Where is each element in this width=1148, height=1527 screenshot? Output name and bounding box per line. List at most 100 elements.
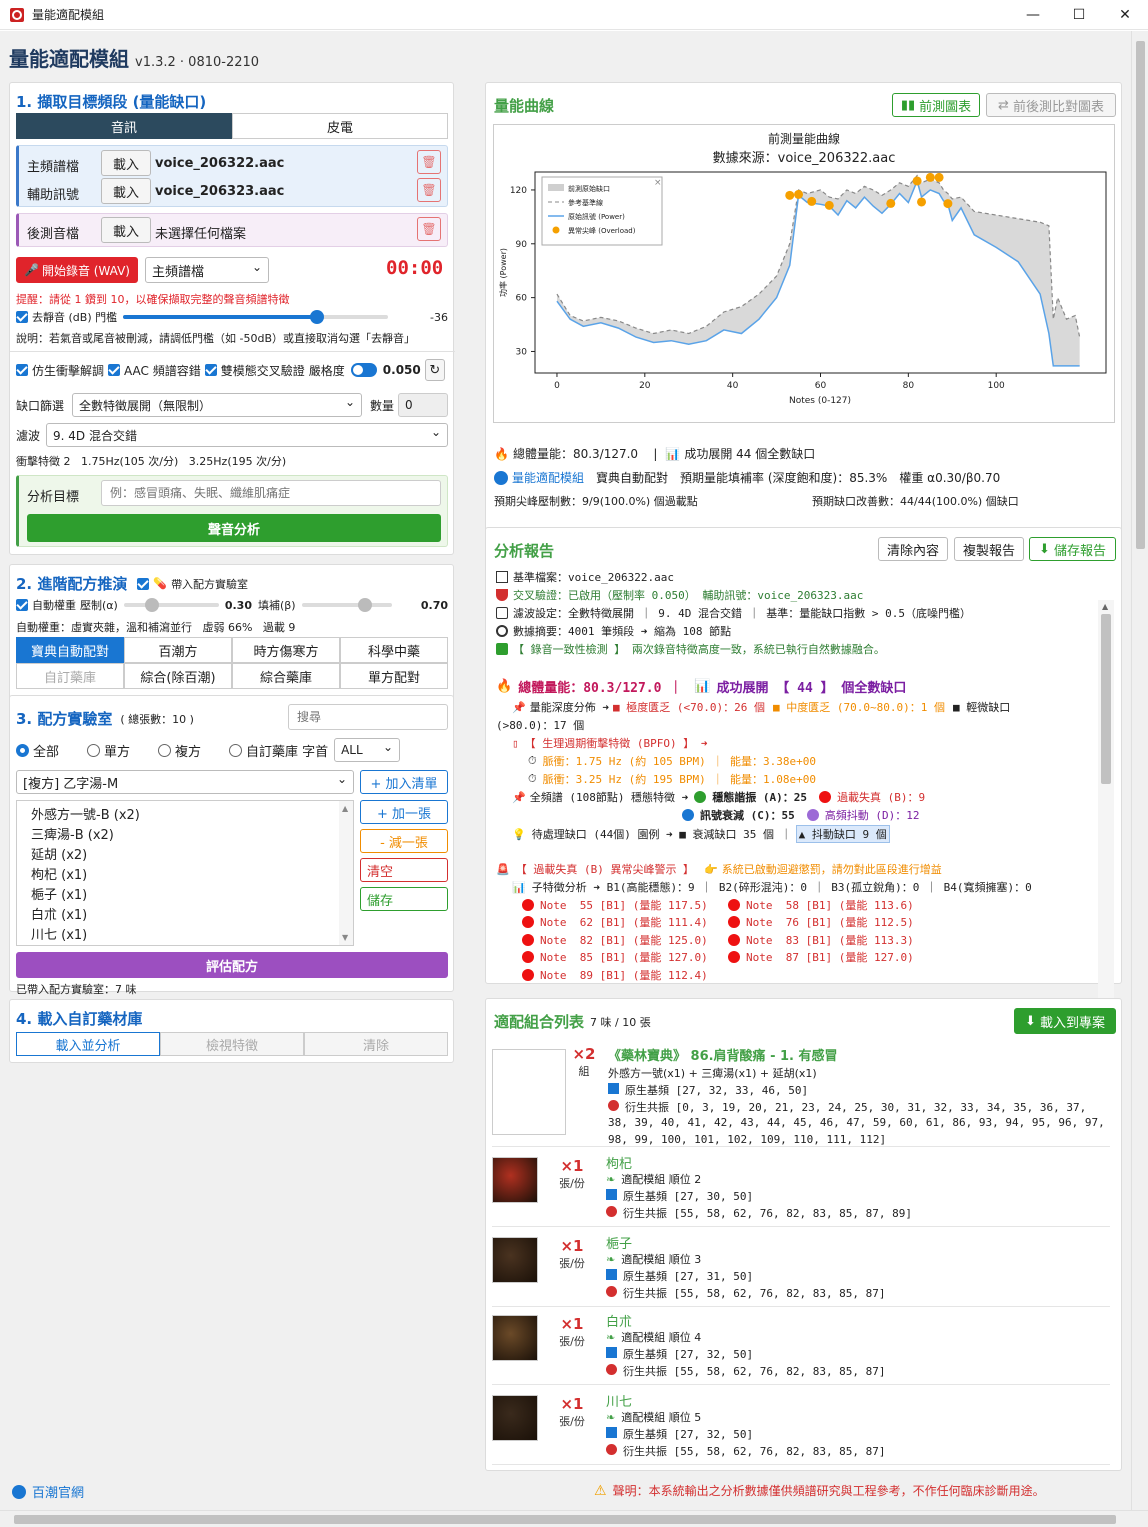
main-load-button[interactable]: 載入: [101, 150, 151, 176]
compare-chart-label: 前後測比對圖表: [1012, 99, 1104, 115]
radio-single[interactable]: [87, 743, 101, 757]
filter-select[interactable]: 9. 4D 混合交錯: [46, 423, 449, 447]
view-features-tab[interactable]: 檢視特徵: [160, 1032, 304, 1056]
aac-checkbox[interactable]: [108, 364, 121, 376]
formula-select[interactable]: [複方] 乙字湯-M: [16, 770, 354, 794]
combo-name[interactable]: 《藥林寶典》 86.肩背酸痛 - 1. 有感冒: [608, 1045, 838, 1064]
beta-slider[interactable]: [301, 597, 392, 613]
clear-lib-tab[interactable]: 清除: [304, 1032, 448, 1056]
bionic-checkbox[interactable]: [16, 364, 28, 376]
tab-custom-lib[interactable]: 自訂藥庫: [16, 663, 124, 689]
combo-rank: ❧ 適配模組 順位 5: [606, 1411, 702, 1424]
target-icon: [606, 1206, 617, 1217]
combo-item[interactable]: ×1 張/份 梔子 ❧ 適配模組 順位 3 原生基頻 [27, 31, 50] 衍生共振 […: [492, 1229, 1110, 1307]
tab-single[interactable]: 單方配對: [340, 663, 448, 689]
combo-item[interactable]: ×1 張/份 川七 ❧ 適配模組 順位 5 原生基頻 [27, 32, 50] 衍生共振 […: [492, 1387, 1110, 1465]
aux-delete-button[interactable]: 🗑: [417, 178, 441, 202]
tab-audio[interactable]: 音訊: [16, 113, 232, 139]
report-scrollbar[interactable]: ▲ ▼: [1098, 600, 1114, 1016]
combo-item[interactable]: ×1 張/份 枸杞 ❧ 適配模組 順位 2 原生基頻 [27, 30, 50] 衍生共振 […: [492, 1149, 1110, 1227]
combo-name[interactable]: 梔子: [606, 1233, 632, 1252]
load-analyze-tab[interactable]: 載入並分析: [16, 1032, 160, 1056]
page-hscrollbar[interactable]: [0, 1510, 1148, 1527]
minimize-button[interactable]: —: [1010, 0, 1056, 30]
analyze-button[interactable]: 聲音分析: [27, 514, 441, 542]
herb-list-item[interactable]: 枸杞 (x1): [31, 866, 353, 886]
official-site-link[interactable]: 百潮官網: [32, 1482, 84, 1501]
herb-list-item[interactable]: 三痺湯-B (x2): [31, 826, 353, 846]
check-icon: [496, 643, 508, 655]
add-to-list-button[interactable]: + 加入清單: [360, 770, 448, 794]
alpha-slider-handle[interactable]: [145, 598, 160, 612]
gap-select[interactable]: 全數特徵展開（無限制）: [72, 393, 363, 417]
denoise-slider[interactable]: [123, 309, 389, 325]
report-save-button[interactable]: ⬇ 儲存報告: [1029, 537, 1116, 561]
alpha-slider[interactable]: [123, 597, 219, 613]
tab-skin[interactable]: 皮電: [232, 113, 448, 139]
herb-list-item[interactable]: 梔子 (x1): [31, 886, 353, 906]
tab-science[interactable]: 科學中藥: [340, 637, 448, 663]
radio-all[interactable]: [16, 743, 29, 757]
save-button[interactable]: 儲存: [360, 887, 448, 911]
denoise-checkbox[interactable]: [16, 311, 28, 323]
add-one-button[interactable]: + 加一張: [360, 800, 448, 824]
herb-list-item[interactable]: 白朮 (x1): [31, 906, 353, 926]
evaluate-button[interactable]: 評估配方: [16, 952, 448, 978]
herb-list-item[interactable]: 延胡 (x2): [31, 846, 353, 866]
denoise-slider-handle[interactable]: [309, 310, 324, 324]
combo-name[interactable]: 枸杞: [606, 1153, 632, 1172]
tab-shanghan[interactable]: 時方傷寒方: [232, 637, 340, 663]
herb-list[interactable]: 外感方一號-B (x2) 三痺湯-B (x2) 延胡 (x2) 枸杞 (x1) 梔子 (…: [16, 800, 354, 946]
page-scrollbar[interactable]: [1131, 31, 1148, 1510]
target-input[interactable]: [101, 480, 441, 506]
herb-list-item[interactable]: 川七 (x1): [31, 926, 353, 946]
gap-improve: 預期缺口改善數：44/44(100.0%) 個缺口: [812, 495, 1019, 508]
tab-baichao[interactable]: 百潮方: [124, 637, 232, 663]
record-button[interactable]: 🎤 開始錄音 (WAV): [16, 257, 138, 283]
minus-one-button[interactable]: - 減一張: [360, 829, 448, 853]
main-delete-button[interactable]: 🗑: [417, 150, 441, 174]
maximize-button[interactable]: ☐: [1056, 0, 1102, 30]
qty-input[interactable]: 0: [398, 393, 449, 417]
pre-chart-label: 前測圖表: [919, 99, 972, 115]
initial-select[interactable]: ALL: [334, 738, 401, 762]
strict-toggle[interactable]: [350, 363, 377, 377]
radio-compound[interactable]: [158, 743, 172, 757]
leaf-icon: ❧: [606, 1331, 616, 1344]
page-scrollbar-thumb[interactable]: [1136, 41, 1145, 549]
close-button[interactable]: ✕: [1102, 0, 1148, 30]
post-delete-button[interactable]: 🗑: [417, 217, 441, 241]
post-load-button[interactable]: 載入: [101, 217, 151, 243]
auto-weight-checkbox[interactable]: [16, 599, 28, 611]
report-clear-button[interactable]: 清除內容: [878, 537, 948, 561]
combo-item[interactable]: ×2 組《藥林寶典》 86.肩背酸痛 - 1. 有感冒 外感方一號(x1) + 三痺…: [492, 1041, 1110, 1147]
beta-slider-handle[interactable]: [357, 598, 372, 612]
lab-search-input[interactable]: [288, 704, 448, 730]
tab-auto-match[interactable]: 寶典自動配對: [16, 637, 124, 663]
load-project-button[interactable]: ⬇ 載入到專案: [1014, 1008, 1116, 1034]
combo-name[interactable]: 川七: [606, 1391, 632, 1410]
report-body[interactable]: 基準檔案：voice_206322.aac 交叉驗證：已啟用（壓制率 0.050…: [486, 566, 1106, 982]
clear-button[interactable]: 清空: [360, 858, 448, 882]
signal-icon: [608, 1083, 619, 1094]
report-scrollbar-thumb[interactable]: [1101, 614, 1111, 784]
reset-icon[interactable]: ↻: [424, 359, 445, 381]
pre-chart-button[interactable]: ▮▮ 前測圖表: [892, 93, 980, 117]
lab-checkbox[interactable]: [137, 577, 150, 590]
compare-chart-button[interactable]: ⇄ 前後測比對圖表: [986, 93, 1116, 117]
herb-list-item[interactable]: 外感方一號-B (x2): [31, 806, 353, 826]
herb-list-scrollbar[interactable]: ▲ ▼: [339, 801, 353, 945]
report-copy-button[interactable]: 複製報告: [954, 537, 1024, 561]
radio-custom[interactable]: [229, 743, 243, 757]
tab-combined-ex[interactable]: 綜合(除百潮): [124, 663, 232, 689]
warning-icon: ⚠: [594, 1482, 607, 1499]
tab-combined[interactable]: 綜合藥庫: [232, 663, 340, 689]
cross-checkbox[interactable]: [204, 364, 217, 376]
combo-item[interactable]: ×1 張/份 白朮 ❧ 適配模組 順位 4 原生基頻 [27, 32, 50] 衍生共振 […: [492, 1307, 1110, 1385]
combo-name[interactable]: 白朮: [606, 1311, 632, 1330]
y-tick-label: 60: [516, 294, 528, 304]
module-link[interactable]: 量能適配模組: [512, 469, 584, 486]
page-hscrollbar-thumb[interactable]: [14, 1515, 1116, 1524]
record-target-select[interactable]: 主頻譜檔: [145, 257, 269, 283]
aux-load-button[interactable]: 載入: [101, 178, 151, 204]
